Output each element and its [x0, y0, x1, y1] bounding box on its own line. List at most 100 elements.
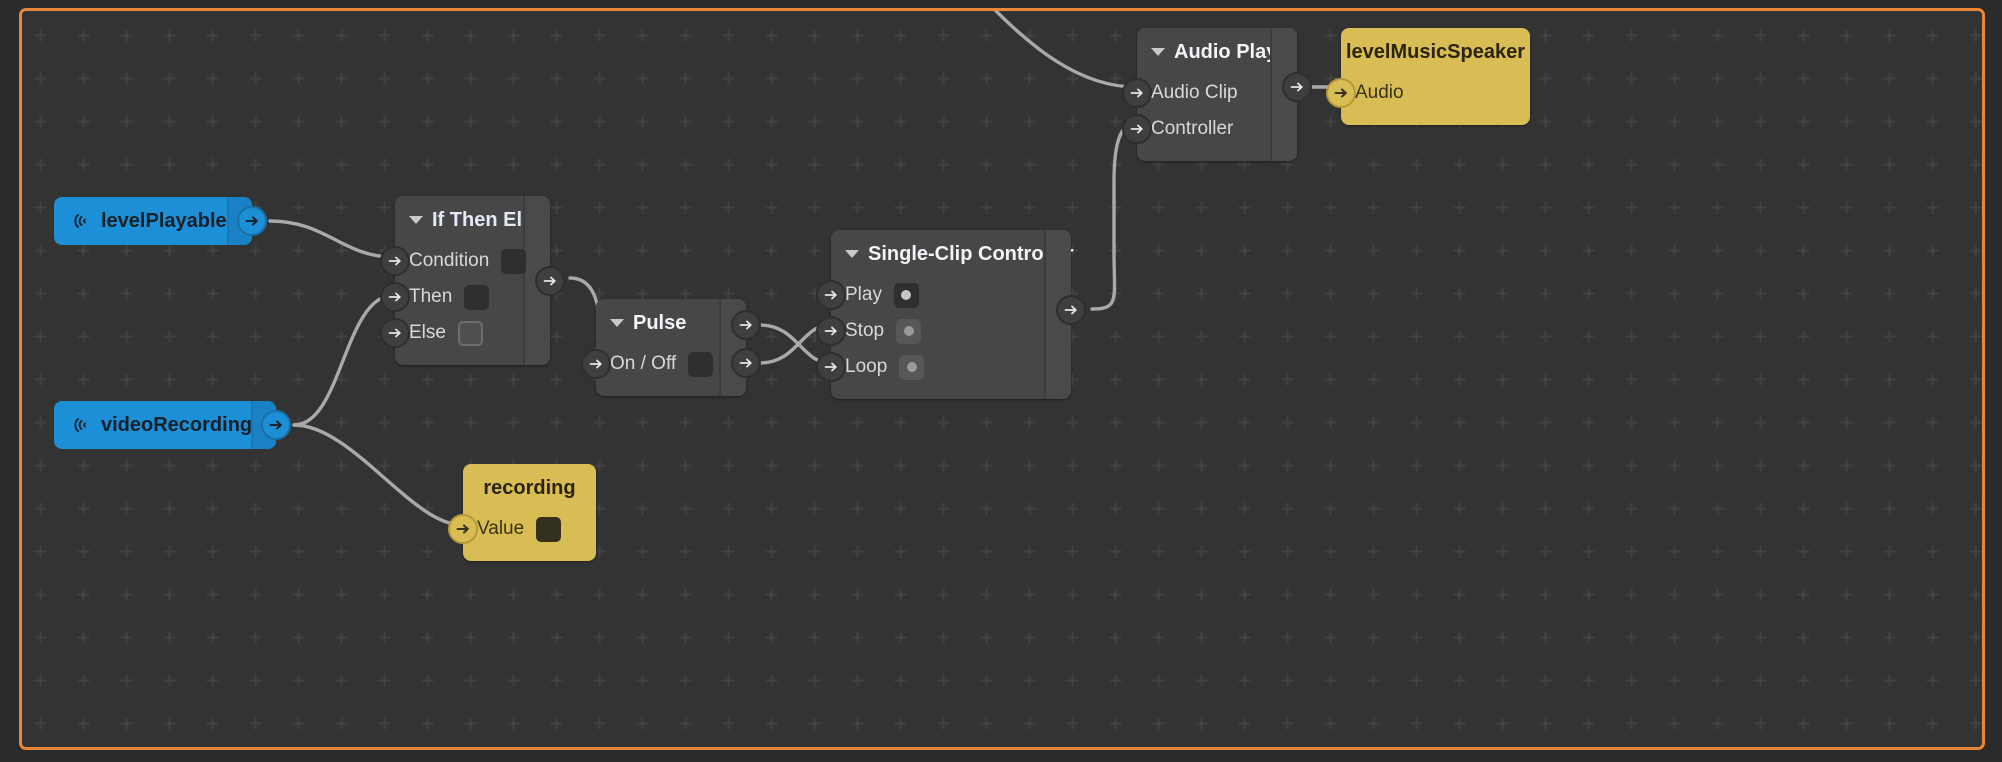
node-body[interactable]: recording Value: [448, 464, 596, 561]
output-port[interactable]: [261, 410, 291, 440]
row-loop[interactable]: Loop: [816, 349, 1071, 385]
arrow-right-icon: [1334, 88, 1347, 98]
arrow-right-icon: [824, 290, 837, 300]
row-else[interactable]: Else: [380, 315, 550, 351]
row-controller[interactable]: Controller: [1122, 111, 1297, 147]
node-title: levelMusicSpeaker: [1346, 41, 1525, 63]
row-label: Condition: [409, 250, 490, 271]
arrow-right-icon: [269, 420, 282, 430]
wire-singleclip-to-controller: [1090, 121, 1138, 311]
loop-toggle[interactable]: [899, 354, 925, 380]
node-rows: Value: [448, 511, 596, 547]
condition-checkbox[interactable]: [501, 248, 527, 274]
node-body[interactable]: levelMusicSpeaker Audio: [1326, 28, 1530, 125]
node-title: Single-Clip Controller: [868, 243, 1074, 265]
row-value[interactable]: Value: [448, 511, 596, 547]
node-editor-canvas[interactable]: levelPlayable videoRecording If Then Els…: [0, 0, 2002, 762]
arrow-right-icon: [388, 292, 401, 302]
caret-down-icon[interactable]: [845, 250, 859, 258]
input-port-condition[interactable]: [380, 246, 410, 276]
node-title-bar[interactable]: levelMusicSpeaker: [1341, 40, 1530, 64]
play-toggle[interactable]: [893, 282, 919, 308]
output-port[interactable]: [237, 206, 267, 236]
node-title: Pulse: [633, 312, 687, 334]
output-port[interactable]: [1282, 72, 1312, 102]
node-body[interactable]: levelPlayable: [54, 197, 267, 245]
node-body[interactable]: Pulse On / Off: [581, 299, 761, 396]
broadcast-icon: [74, 214, 86, 228]
caret-down-icon[interactable]: [610, 319, 624, 327]
row-label: Controller: [1151, 118, 1234, 139]
input-port-play[interactable]: [816, 280, 846, 310]
node-title-bar[interactable]: Single-Clip Controller: [831, 242, 1074, 266]
node-rows: Play Stop Loop: [816, 277, 1071, 385]
node-single-clip-controller[interactable]: Single-Clip Controller Play Stop Loop: [816, 230, 1086, 399]
toggle-dot: [901, 290, 912, 300]
input-port-audio[interactable]: [1326, 78, 1356, 108]
node-body[interactable]: Audio Player Audio Clip Controller: [1122, 28, 1312, 161]
row-label: On / Off: [610, 353, 677, 374]
broadcast-icon: [74, 418, 86, 432]
input-port-on-off[interactable]: [581, 349, 611, 379]
input-port-stop[interactable]: [816, 316, 846, 346]
node-level-playable[interactable]: levelPlayable: [54, 197, 267, 245]
output-port[interactable]: [535, 266, 565, 296]
row-audio[interactable]: Audio: [1326, 75, 1530, 111]
input-port-loop[interactable]: [816, 352, 846, 382]
arrow-right-icon: [1064, 305, 1077, 315]
node-rows: On / Off: [581, 346, 746, 382]
input-port-else[interactable]: [380, 318, 410, 348]
input-port-audio-clip[interactable]: [1122, 78, 1152, 108]
node-rows: Condition Then Else: [380, 243, 550, 351]
row-audio-clip[interactable]: Audio Clip: [1122, 75, 1297, 111]
row-play[interactable]: Play: [816, 277, 1071, 313]
arrow-right-icon: [739, 320, 752, 330]
value-checkbox[interactable]: [536, 516, 562, 542]
arrow-right-icon: [1130, 124, 1143, 134]
row-condition[interactable]: Condition: [380, 243, 550, 279]
graph-background[interactable]: levelPlayable videoRecording If Then Els…: [22, 11, 1982, 747]
arrow-right-icon: [388, 328, 401, 338]
arrow-right-icon: [824, 362, 837, 372]
wire-videorecording-to-then: [292, 293, 396, 427]
row-label: Audio: [1355, 82, 1404, 103]
node-recording[interactable]: recording Value: [448, 464, 596, 561]
node-body[interactable]: Single-Clip Controller Play Stop Loop: [816, 230, 1086, 399]
node-level-music-speaker[interactable]: levelMusicSpeaker Audio: [1326, 28, 1530, 125]
node-video-recording[interactable]: videoRecording: [54, 401, 291, 449]
node-rows: Audio: [1326, 75, 1530, 111]
caret-down-icon[interactable]: [409, 216, 423, 224]
arrow-right-icon: [824, 326, 837, 336]
node-audio-player[interactable]: Audio Player Audio Clip Controller: [1122, 28, 1312, 161]
output-port-1[interactable]: [731, 310, 761, 340]
node-body[interactable]: videoRecording: [54, 401, 291, 449]
node-body[interactable]: If Then Else Condition Then Else: [380, 196, 565, 365]
input-port-controller[interactable]: [1122, 114, 1152, 144]
else-checkbox[interactable]: [457, 320, 483, 346]
output-port[interactable]: [1056, 295, 1086, 325]
node-title-bar[interactable]: recording: [463, 476, 596, 500]
wire-offscreen-to-audioclip: [993, 11, 1138, 89]
caret-down-icon[interactable]: [1151, 48, 1165, 56]
arrow-right-icon: [245, 216, 258, 226]
arrow-right-icon: [388, 256, 401, 266]
row-stop[interactable]: Stop: [816, 313, 1071, 349]
output-port-2[interactable]: [731, 348, 761, 378]
on-off-checkbox[interactable]: [688, 351, 714, 377]
node-if-then-else[interactable]: If Then Else Condition Then Else: [380, 196, 565, 365]
row-on-off[interactable]: On / Off: [581, 346, 746, 382]
arrow-right-icon: [589, 359, 602, 369]
stop-toggle[interactable]: [896, 318, 922, 344]
arrow-right-icon: [456, 524, 469, 534]
input-port-value[interactable]: [448, 514, 478, 544]
row-label: Else: [409, 322, 446, 343]
then-checkbox[interactable]: [464, 284, 490, 310]
input-port-then[interactable]: [380, 282, 410, 312]
wire-videorecording-to-recording: [292, 423, 464, 527]
node-pulse[interactable]: Pulse On / Off: [581, 299, 761, 396]
node-rows: Audio Clip Controller: [1122, 75, 1297, 147]
row-label: Stop: [845, 320, 885, 341]
variable-name: levelPlayable: [101, 210, 227, 232]
row-then[interactable]: Then: [380, 279, 550, 315]
node-title: recording: [483, 477, 576, 499]
